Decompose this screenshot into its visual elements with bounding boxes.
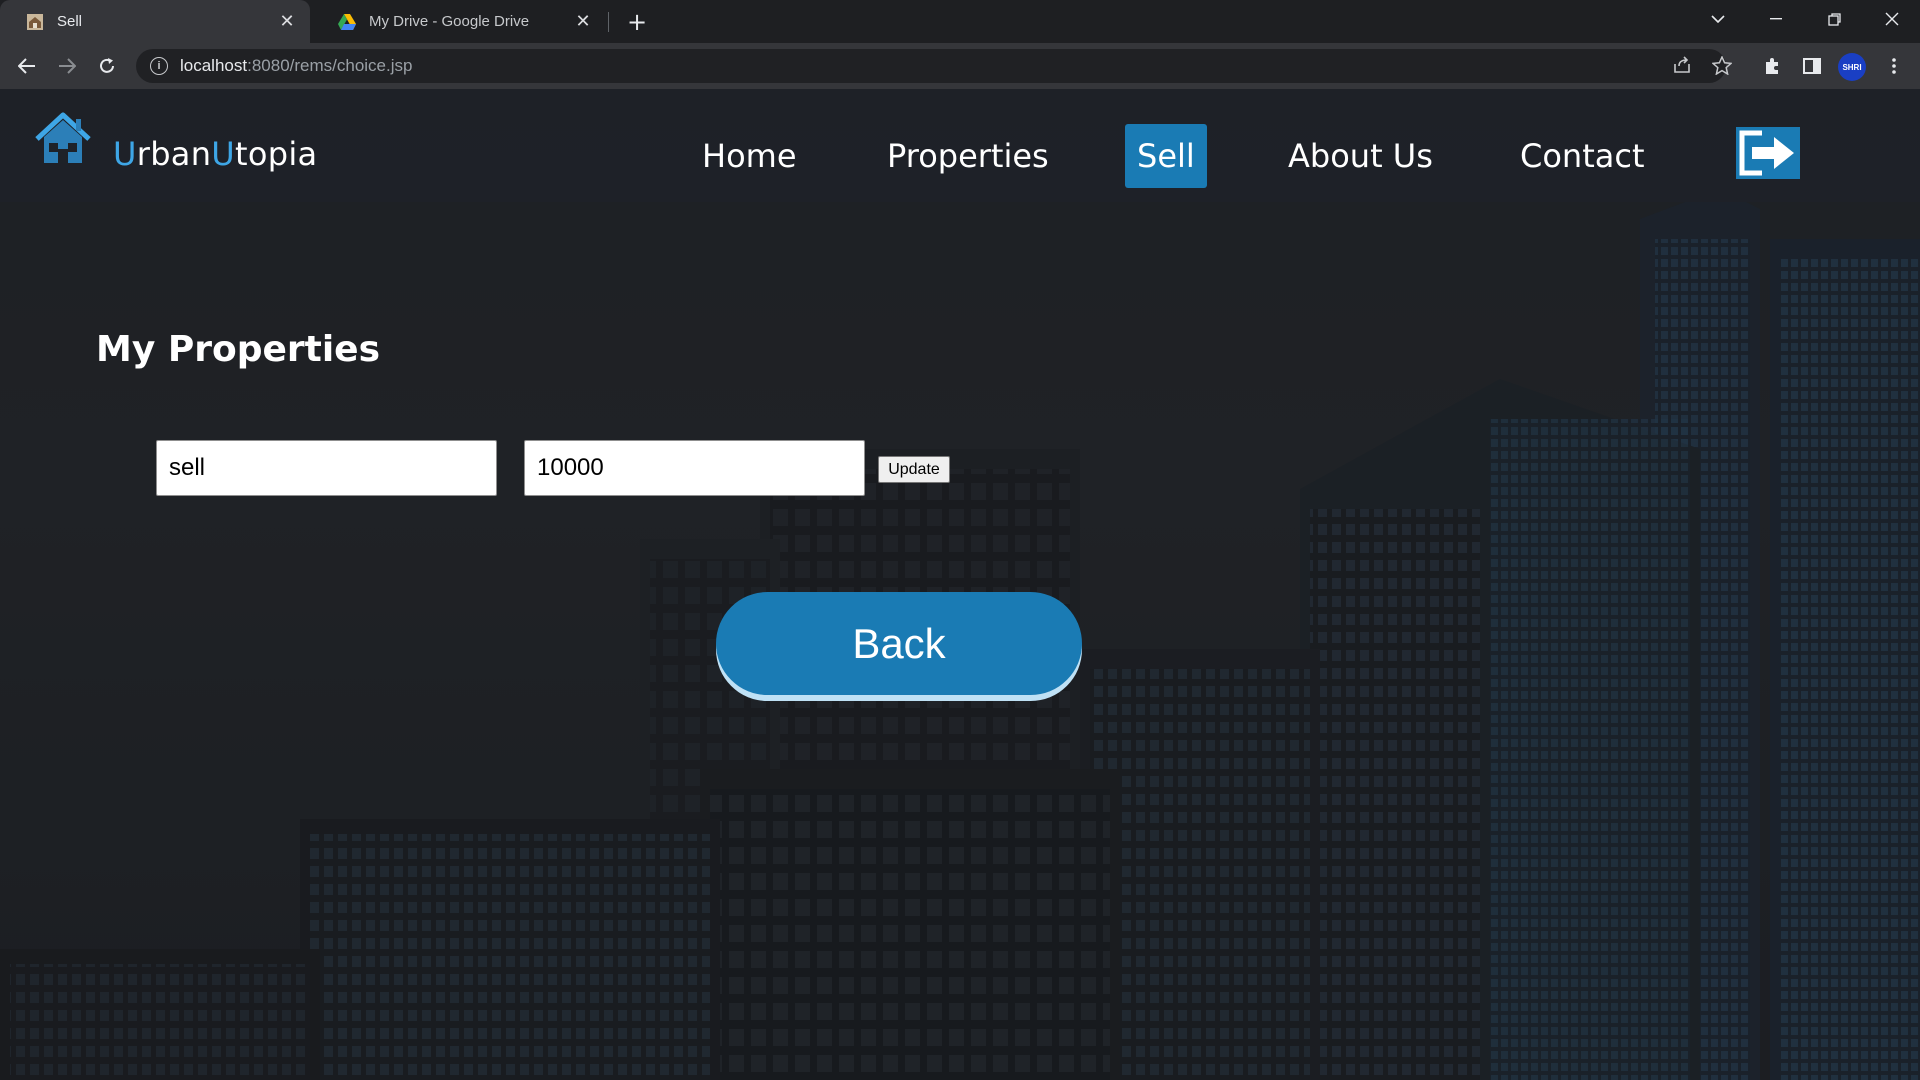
nav-sell[interactable]: Sell — [1125, 124, 1207, 188]
back-button[interactable]: Back — [716, 592, 1082, 695]
brand-initial-first: U — [113, 135, 137, 173]
new-tab-plus-icon[interactable]: + — [624, 8, 650, 36]
kebab-menu-icon[interactable] — [1880, 52, 1908, 80]
page-title: My Properties — [96, 329, 381, 370]
browser-toolbar: i localhost:8080/rems/choice.jsp SHRI — [0, 43, 1920, 89]
brand-initial-second: U — [211, 135, 236, 173]
nav-contact[interactable]: Contact — [1508, 124, 1657, 188]
tab-google-drive[interactable]: My Drive - Google Drive ✕ — [312, 0, 606, 43]
url-host: localhost — [180, 56, 248, 75]
bookmark-star-icon[interactable] — [1710, 53, 1734, 77]
brand-name[interactable]: UrbanUtopia — [113, 135, 317, 173]
minimize-icon[interactable] — [1748, 0, 1804, 38]
google-drive-icon — [337, 12, 357, 32]
site-favicon-icon — [25, 12, 45, 32]
house-logo-icon[interactable] — [34, 111, 92, 165]
brand-rest-second: topia — [235, 135, 318, 173]
tab-search-chevron-icon[interactable] — [1690, 0, 1746, 38]
profile-avatar[interactable]: SHRI — [1838, 53, 1866, 81]
nav-about-us[interactable]: About Us — [1276, 124, 1445, 188]
restore-icon[interactable] — [1806, 0, 1862, 38]
site-header: UrbanUtopia Home Properties Sell About U… — [0, 89, 1920, 202]
close-window-icon[interactable] — [1864, 0, 1920, 38]
forward-arrow-icon[interactable] — [53, 52, 81, 80]
property-price-input[interactable] — [524, 440, 865, 496]
logout-icon[interactable] — [1736, 127, 1800, 179]
tab-sell[interactable]: Sell ✕ — [0, 0, 310, 43]
city-skyline-background — [0, 89, 1920, 1080]
update-button[interactable]: Update — [878, 456, 950, 483]
browser-tabstrip: Sell ✕ My Drive - Google Drive ✕ + — [0, 0, 1920, 43]
url-path: :8080/rems/choice.jsp — [247, 56, 413, 75]
reload-icon[interactable] — [93, 52, 121, 80]
tab-divider — [608, 12, 609, 32]
nav-home[interactable]: Home — [690, 124, 809, 188]
site-info-icon[interactable]: i — [150, 57, 168, 75]
side-panel-icon[interactable] — [1798, 52, 1826, 80]
address-bar[interactable]: i localhost:8080/rems/choice.jsp — [136, 49, 1726, 83]
close-tab-icon[interactable]: ✕ — [572, 11, 594, 33]
page-viewport: UrbanUtopia Home Properties Sell About U… — [0, 89, 1920, 1080]
back-arrow-icon[interactable] — [13, 52, 41, 80]
property-type-input[interactable] — [156, 440, 497, 496]
nav-properties[interactable]: Properties — [875, 124, 1061, 188]
tab-title: My Drive - Google Drive — [369, 13, 530, 30]
extensions-puzzle-icon[interactable] — [1758, 52, 1786, 80]
share-icon[interactable] — [1670, 53, 1694, 77]
brand-rest-first: rban — [136, 135, 212, 173]
close-tab-icon[interactable]: ✕ — [276, 11, 298, 33]
tab-title: Sell — [57, 13, 83, 30]
